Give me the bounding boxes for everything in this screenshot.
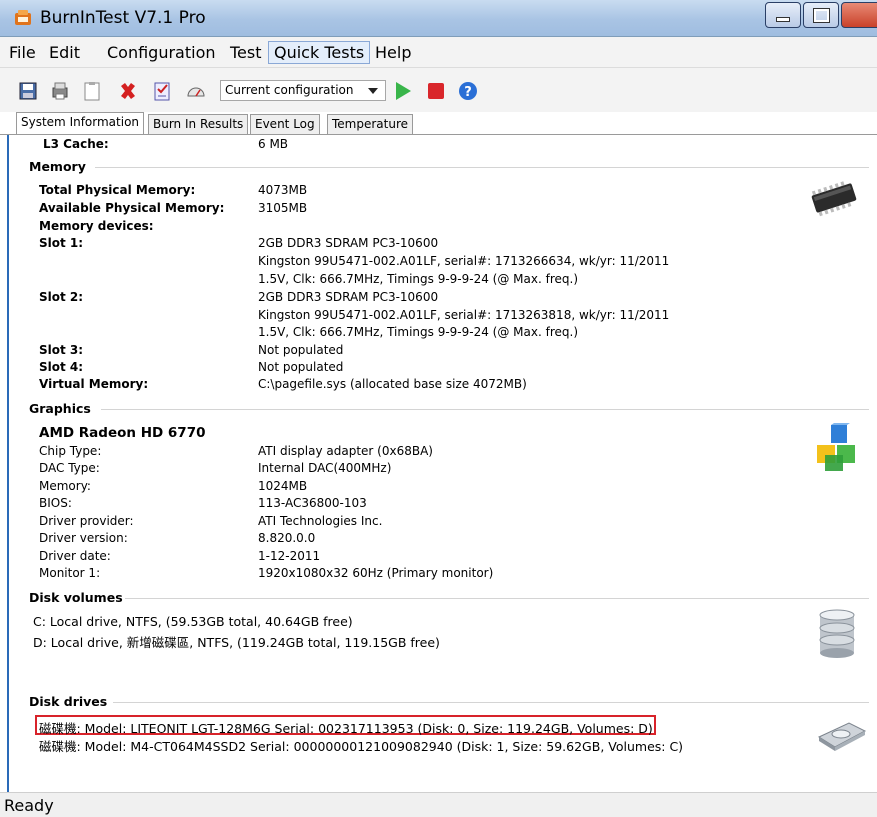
- memory-value: 4073MB: [258, 183, 308, 197]
- tab-temperature[interactable]: Temperature: [327, 114, 414, 134]
- gauge-icon[interactable]: [186, 81, 206, 101]
- memory-value: 1.5V, Clk: 666.7MHz, Timings 9-9-9-24 (@…: [258, 325, 579, 339]
- memory-value: Kingston 99U5471-002.A01LF, serial#: 171…: [258, 308, 670, 322]
- graphics-label: Monitor 1:: [39, 566, 101, 580]
- status-bar: Ready: [0, 792, 877, 817]
- memory-label: Slot 2:: [39, 290, 84, 304]
- graphics-value: Internal DAC(400MHz): [258, 461, 392, 475]
- menu-help[interactable]: Help: [370, 42, 416, 63]
- graphics-value: ATI Technologies Inc.: [258, 514, 383, 528]
- save-icon[interactable]: [18, 81, 38, 101]
- graphics-label: Driver date:: [39, 549, 111, 563]
- toolbar: Current configuration ?: [0, 68, 877, 112]
- l3-cache-label: L3 Cache:: [43, 137, 109, 151]
- memory-label: Slot 1:: [39, 236, 84, 250]
- close-button[interactable]: [841, 2, 877, 28]
- tab-burn-in-results[interactable]: Burn In Results: [148, 114, 249, 134]
- chevron-down-icon: [368, 88, 378, 94]
- graphics-value: 1024MB: [258, 479, 308, 493]
- graphics-blocks-icon: [817, 423, 855, 471]
- window-title: BurnInTest V7.1 Pro: [40, 8, 206, 28]
- graphics-value: 1-12-2011: [258, 549, 321, 563]
- memory-label: Memory devices:: [39, 219, 154, 233]
- memory-label: Total Physical Memory:: [39, 183, 196, 197]
- hard-drive-icon: [817, 722, 867, 751]
- memory-divider: [95, 167, 869, 168]
- menu-bar: File Edit Configuration Test Quick Tests…: [0, 37, 877, 68]
- memory-value: C:\pagefile.sys (allocated base size 407…: [258, 377, 527, 391]
- memory-value: 2GB DDR3 SDRAM PC3-10600: [258, 290, 439, 304]
- memory-value: Kingston 99U5471-002.A01LF, serial#: 171…: [258, 254, 670, 268]
- disk-volume-item: C: Local drive, NTFS, (59.53GB total, 40…: [33, 614, 353, 629]
- status-text: Ready: [4, 796, 54, 815]
- graphics-section-title: Graphics: [29, 401, 91, 416]
- menu-edit[interactable]: Edit: [44, 42, 85, 63]
- memory-section-title: Memory: [29, 159, 86, 174]
- memory-chip-icon: [811, 181, 857, 217]
- graphics-label: Memory:: [39, 479, 91, 493]
- play-icon[interactable]: [393, 81, 413, 101]
- graphics-value: ATI display adapter (0x68BA): [258, 444, 433, 458]
- graphics-card-name: AMD Radeon HD 6770: [39, 425, 206, 441]
- checklist-icon[interactable]: [152, 81, 172, 101]
- app-icon: [15, 10, 31, 25]
- menu-file[interactable]: File: [4, 42, 41, 63]
- disk-drives-divider: [113, 702, 869, 703]
- minimize-button[interactable]: [765, 2, 801, 28]
- menu-test[interactable]: Test: [225, 42, 267, 63]
- title-bar: BurnInTest V7.1 Pro: [0, 0, 877, 37]
- memory-label: Available Physical Memory:: [39, 201, 225, 215]
- tab-system-information[interactable]: System Information: [16, 112, 145, 135]
- l3-cache-value: 6 MB: [258, 137, 289, 151]
- graphics-label: BIOS:: [39, 496, 72, 510]
- memory-value: 1.5V, Clk: 666.7MHz, Timings 9-9-9-24 (@…: [258, 272, 579, 286]
- disk-volumes-section-title: Disk volumes: [29, 590, 123, 605]
- memory-label: Slot 3:: [39, 343, 84, 357]
- configuration-dropdown[interactable]: Current configuration: [220, 80, 386, 101]
- help-icon[interactable]: ?: [458, 81, 478, 101]
- svg-text:?: ?: [464, 85, 472, 100]
- graphics-label: Driver provider:: [39, 514, 134, 528]
- database-icon: [819, 609, 855, 658]
- menu-configuration[interactable]: Configuration: [102, 42, 221, 63]
- disk-volume-item: D: Local drive, 新增磁碟區, NTFS, (119.24GB t…: [33, 635, 440, 650]
- clipboard-icon[interactable]: [82, 81, 102, 101]
- memory-value: 2GB DDR3 SDRAM PC3-10600: [258, 236, 439, 250]
- stop-icon[interactable]: [426, 81, 446, 101]
- graphics-divider: [101, 409, 869, 410]
- disk-drive-item: 磁碟機: Model: M4-CT064M4SSD2 Serial: 00000…: [39, 739, 684, 754]
- system-information-panel[interactable]: L3 Cache: 6 MB Memory Total Physical Mem…: [7, 135, 877, 792]
- memory-value: Not populated: [258, 360, 344, 374]
- tab-strip: System Information Burn In Results Event…: [0, 112, 877, 136]
- maximize-button[interactable]: [803, 2, 839, 28]
- delete-icon[interactable]: [118, 81, 138, 101]
- graphics-value: 8.820.0.0: [258, 531, 316, 545]
- graphics-value: 1920x1080x32 60Hz (Primary monitor): [258, 566, 494, 580]
- disk-volumes-divider: [125, 598, 869, 599]
- minimize-icon: [776, 16, 790, 22]
- graphics-label: Chip Type:: [39, 444, 102, 458]
- memory-value: Not populated: [258, 343, 344, 357]
- maximize-icon: [812, 7, 830, 23]
- memory-label: Virtual Memory:: [39, 377, 149, 391]
- disk-drives-section-title: Disk drives: [29, 694, 108, 709]
- graphics-value: 113-AC36800-103: [258, 496, 367, 510]
- tab-event-log[interactable]: Event Log: [250, 114, 320, 134]
- menu-quick-tests[interactable]: Quick Tests: [268, 41, 371, 64]
- disk-drive-item: 磁碟機: Model: LITEONIT LGT-128M6G Serial: …: [39, 721, 653, 736]
- print-icon[interactable]: [50, 81, 70, 101]
- memory-label: Slot 4:: [39, 360, 84, 374]
- configuration-dropdown-value: Current configuration: [225, 83, 354, 97]
- graphics-label: DAC Type:: [39, 461, 100, 475]
- memory-value: 3105MB: [258, 201, 308, 215]
- graphics-label: Driver version:: [39, 531, 128, 545]
